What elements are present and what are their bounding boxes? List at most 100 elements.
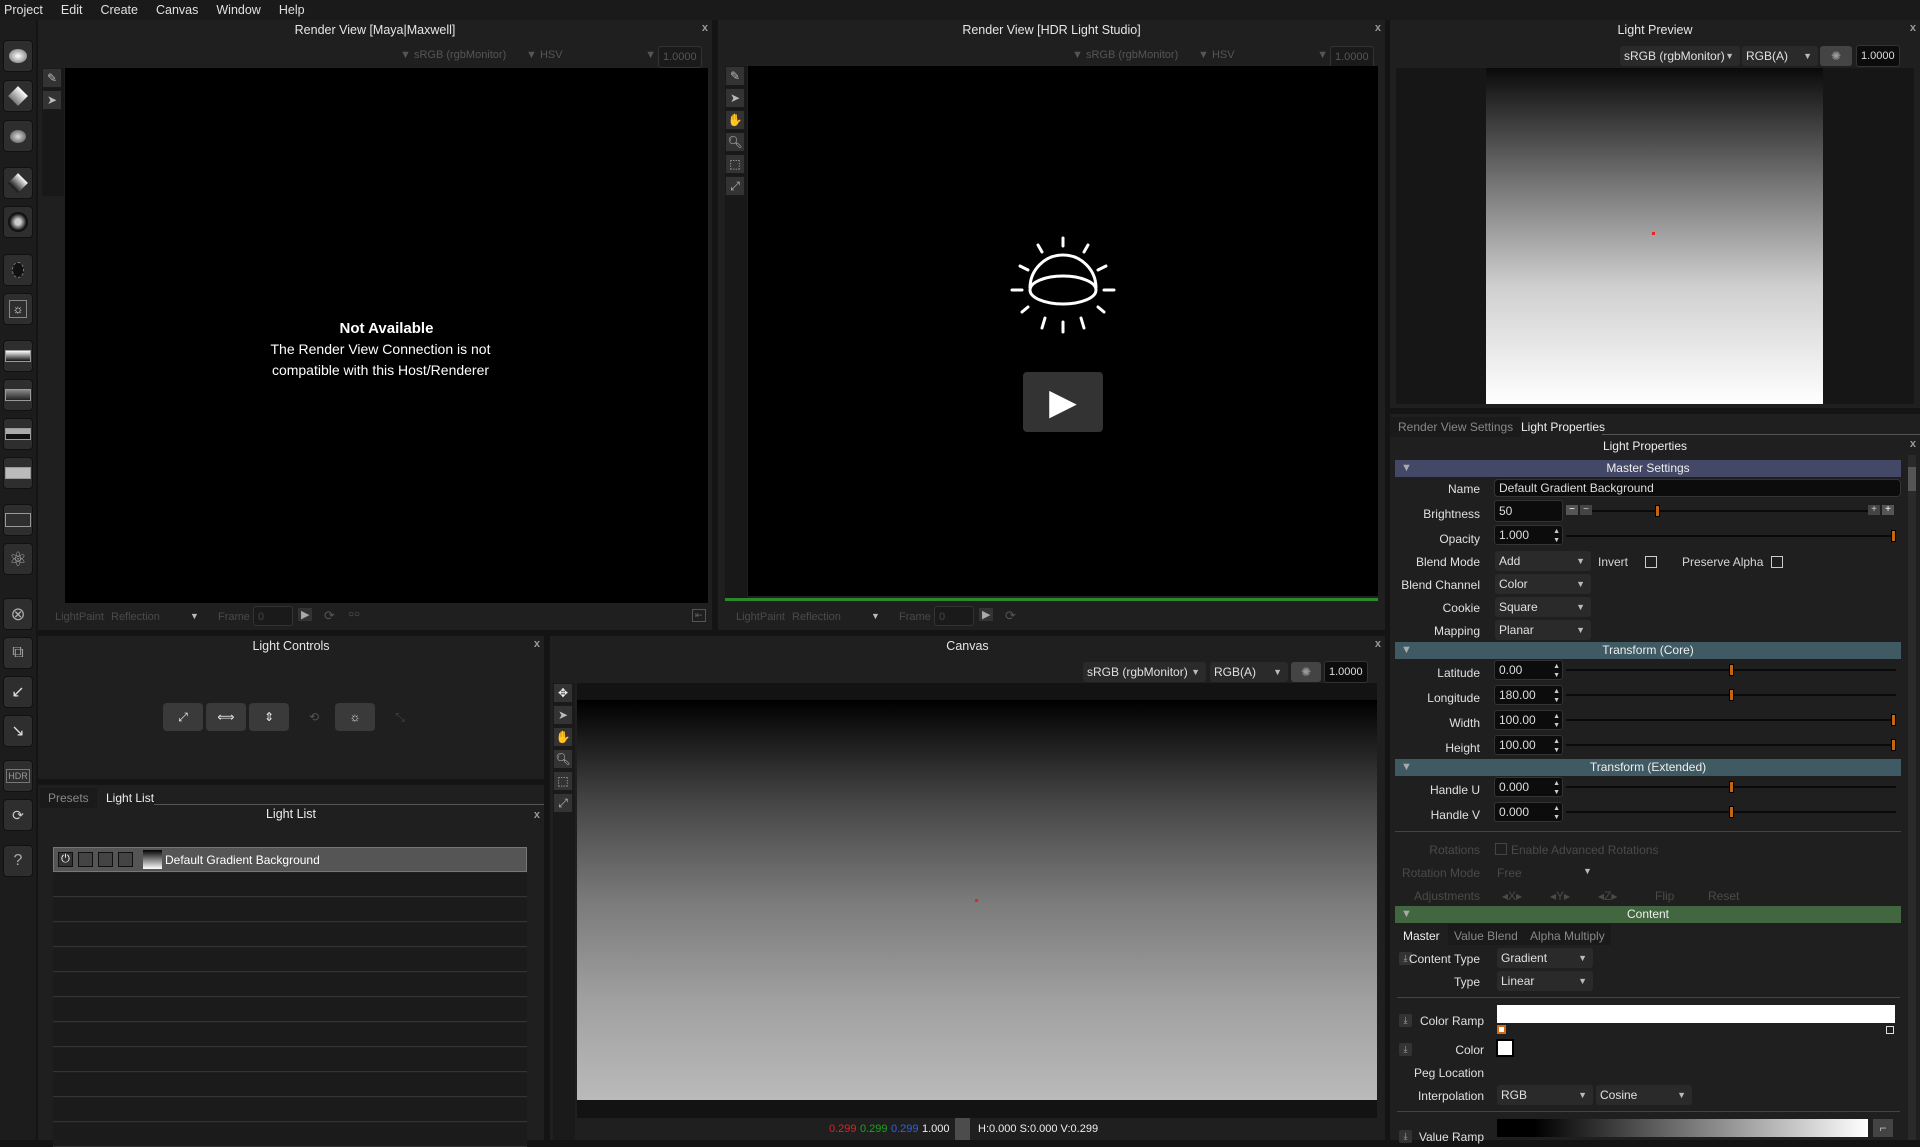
spinner-icon[interactable]: ▲ ▼ bbox=[1553, 687, 1560, 705]
frame-field[interactable]: 0 bbox=[253, 606, 293, 626]
paint-tool-icon[interactable]: ✎ bbox=[725, 66, 745, 86]
help-button[interactable]: ? bbox=[3, 845, 33, 877]
add-gradient-bg-button[interactable] bbox=[3, 340, 33, 372]
add-sky-bg-button[interactable] bbox=[3, 418, 33, 450]
width-field[interactable]: 100.00 ▲ ▼ bbox=[1494, 710, 1563, 730]
slider-handle[interactable] bbox=[1655, 505, 1661, 517]
brightness-increase-small-button[interactable]: + bbox=[1868, 505, 1880, 515]
enable-advanced-rotations-checkbox[interactable] bbox=[1495, 843, 1507, 855]
properties-scrollbar[interactable] bbox=[1908, 455, 1916, 1140]
brightness-control[interactable]: ☼ bbox=[335, 703, 375, 731]
light-list-item[interactable]: ⏻ Default Gradient Background bbox=[53, 847, 527, 872]
cookie-dropdown[interactable]: Square ▼ bbox=[1495, 597, 1591, 617]
handle-v-field[interactable]: 0.000 ▲ ▼ bbox=[1494, 802, 1563, 822]
delete-light-button[interactable]: ⊗ bbox=[3, 598, 33, 630]
close-icon[interactable]: x bbox=[1910, 438, 1916, 450]
move-tool-icon[interactable]: ✥ bbox=[553, 683, 573, 703]
channel-dropdown[interactable]: RGB(A) ▼ bbox=[1210, 662, 1288, 682]
slider-handle[interactable] bbox=[1728, 781, 1734, 793]
lightpaint-target-dropdown[interactable]: Reflection bbox=[792, 611, 841, 623]
colorspace-dropdown[interactable]: sRGB (rgbMonitor) ▼ bbox=[1083, 662, 1206, 682]
stereo-icon[interactable]: ○○ bbox=[348, 609, 360, 620]
menu-canvas[interactable]: Canvas bbox=[156, 3, 198, 17]
close-icon[interactable]: x bbox=[534, 638, 540, 650]
light-preview-viewport[interactable] bbox=[1396, 68, 1914, 404]
curve-editor-button[interactable]: ⌐ bbox=[1873, 1119, 1893, 1137]
colorspace-dropdown[interactable]: ▼ sRGB (rgbMonitor) bbox=[1072, 49, 1178, 61]
color-ramp-end-peg[interactable] bbox=[1886, 1026, 1894, 1034]
zoom-region-icon[interactable]: ⬚ bbox=[725, 154, 745, 174]
add-sun-light-button[interactable]: ☼ bbox=[3, 293, 33, 325]
lightpaint-target-dropdown[interactable]: Reflection bbox=[111, 611, 160, 623]
spinner-icon[interactable]: ▲ ▼ bbox=[1553, 527, 1560, 545]
colorspace-dropdown[interactable]: ▼ sRGB (rgbMonitor) bbox=[400, 49, 506, 61]
rotate-control[interactable]: ⟲ bbox=[296, 703, 332, 731]
channel-dropdown[interactable]: RGB(A) ▼ bbox=[1742, 46, 1818, 66]
menu-create[interactable]: Create bbox=[100, 3, 138, 17]
brightness-field[interactable]: 50 bbox=[1494, 500, 1563, 522]
exposure-field[interactable]: 1.0000 bbox=[1330, 46, 1374, 68]
close-icon[interactable]: x bbox=[1375, 638, 1381, 650]
exposure-field[interactable]: 1.0000 bbox=[658, 46, 702, 68]
latitude-slider[interactable] bbox=[1566, 664, 1896, 676]
tab-light-list[interactable]: Light List bbox=[100, 788, 160, 808]
play-icon[interactable]: ▶ bbox=[298, 608, 313, 621]
longitude-field[interactable]: 180.00 ▲ ▼ bbox=[1494, 685, 1563, 705]
select-tool-icon[interactable]: ➤ bbox=[725, 88, 745, 108]
select-tool-icon[interactable]: ➤ bbox=[553, 705, 573, 725]
add-flag-button[interactable] bbox=[3, 254, 33, 286]
close-icon[interactable]: x bbox=[534, 809, 540, 821]
spinner-icon[interactable]: ▲ ▼ bbox=[1553, 779, 1560, 797]
invert-checkbox[interactable] bbox=[1645, 556, 1657, 568]
content-type-dropdown[interactable]: Gradient ▼ bbox=[1497, 948, 1593, 968]
spinner-icon[interactable]: ▲ ▼ bbox=[1553, 804, 1560, 822]
render-viewport[interactable]: Not Available The Render View Connection… bbox=[65, 68, 708, 603]
height-field[interactable]: 100.00 ▲ ▼ bbox=[1494, 735, 1563, 755]
add-gradient-rect-button[interactable] bbox=[3, 167, 33, 199]
latitude-field[interactable]: 0.00 ▲ ▼ bbox=[1494, 660, 1563, 680]
zoom-fit-icon[interactable]: ⤢ bbox=[553, 793, 573, 813]
select-icon[interactable] bbox=[98, 852, 113, 867]
menu-project[interactable]: Project bbox=[4, 3, 43, 17]
type-dropdown[interactable]: Linear ▼ bbox=[1497, 971, 1593, 991]
brightness-decrease-button[interactable]: − bbox=[1566, 505, 1578, 515]
exposure-aperture-icon[interactable]: ✺ bbox=[1291, 662, 1321, 682]
mapping-dropdown[interactable]: Planar ▼ bbox=[1495, 620, 1591, 640]
longitude-slider[interactable] bbox=[1566, 689, 1896, 701]
add-group-button[interactable] bbox=[3, 504, 33, 536]
handle-u-field[interactable]: 0.000 ▲ ▼ bbox=[1494, 777, 1563, 797]
content-header[interactable]: ▼ Content bbox=[1395, 906, 1901, 923]
close-icon[interactable]: x bbox=[702, 22, 708, 34]
add-atom-button[interactable]: ⚛ bbox=[3, 543, 33, 575]
lock-icon[interactable] bbox=[118, 852, 133, 867]
redo-button[interactable]: ↘ bbox=[3, 715, 33, 747]
add-hdri-bg-button[interactable] bbox=[3, 379, 33, 411]
hand-tool-icon[interactable]: ✋ bbox=[553, 727, 573, 747]
brightness-slider[interactable] bbox=[1592, 505, 1872, 517]
add-rect-light-button[interactable] bbox=[3, 80, 33, 112]
add-pattern-light-button[interactable] bbox=[3, 206, 33, 238]
render-viewport[interactable]: ▶ bbox=[748, 66, 1378, 596]
play-render-button[interactable]: ▶ bbox=[1023, 372, 1103, 432]
preserve-alpha-checkbox[interactable] bbox=[1771, 556, 1783, 568]
interpolation-color-dropdown[interactable]: RGB ▼ bbox=[1497, 1085, 1593, 1105]
opacity-field[interactable]: 1.000 ▲ ▼ bbox=[1494, 525, 1563, 545]
reset-button[interactable]: Reset bbox=[1708, 889, 1739, 903]
content-tab-alpha-multiply[interactable]: Alpha Multiply bbox=[1524, 924, 1611, 945]
zoom-tool-icon[interactable]: 🔍︎ bbox=[553, 749, 573, 769]
canvas-viewport[interactable] bbox=[577, 683, 1377, 1118]
slider-handle[interactable] bbox=[1891, 739, 1896, 751]
tab-light-properties[interactable]: Light Properties bbox=[1517, 417, 1609, 437]
hand-tool-icon[interactable]: ✋ bbox=[725, 110, 745, 130]
close-icon[interactable]: x bbox=[1375, 22, 1381, 34]
spread-control[interactable]: ⤡ bbox=[382, 703, 418, 731]
power-icon[interactable]: ⏻ bbox=[58, 852, 73, 867]
slider-handle[interactable] bbox=[1891, 530, 1896, 542]
content-tab-value-blend[interactable]: Value Blend bbox=[1448, 924, 1524, 945]
exposure-aperture-icon[interactable]: ✺ bbox=[1820, 46, 1852, 66]
adjust-y-button[interactable]: ◂Y▸ bbox=[1550, 889, 1570, 903]
zoom-tool-icon[interactable]: 🔍︎ bbox=[725, 132, 745, 152]
zoom-fit-icon[interactable]: ⤢ bbox=[725, 176, 745, 196]
spinner-icon[interactable]: ▲ ▼ bbox=[1553, 737, 1560, 755]
add-spot-light-button[interactable] bbox=[3, 120, 33, 152]
